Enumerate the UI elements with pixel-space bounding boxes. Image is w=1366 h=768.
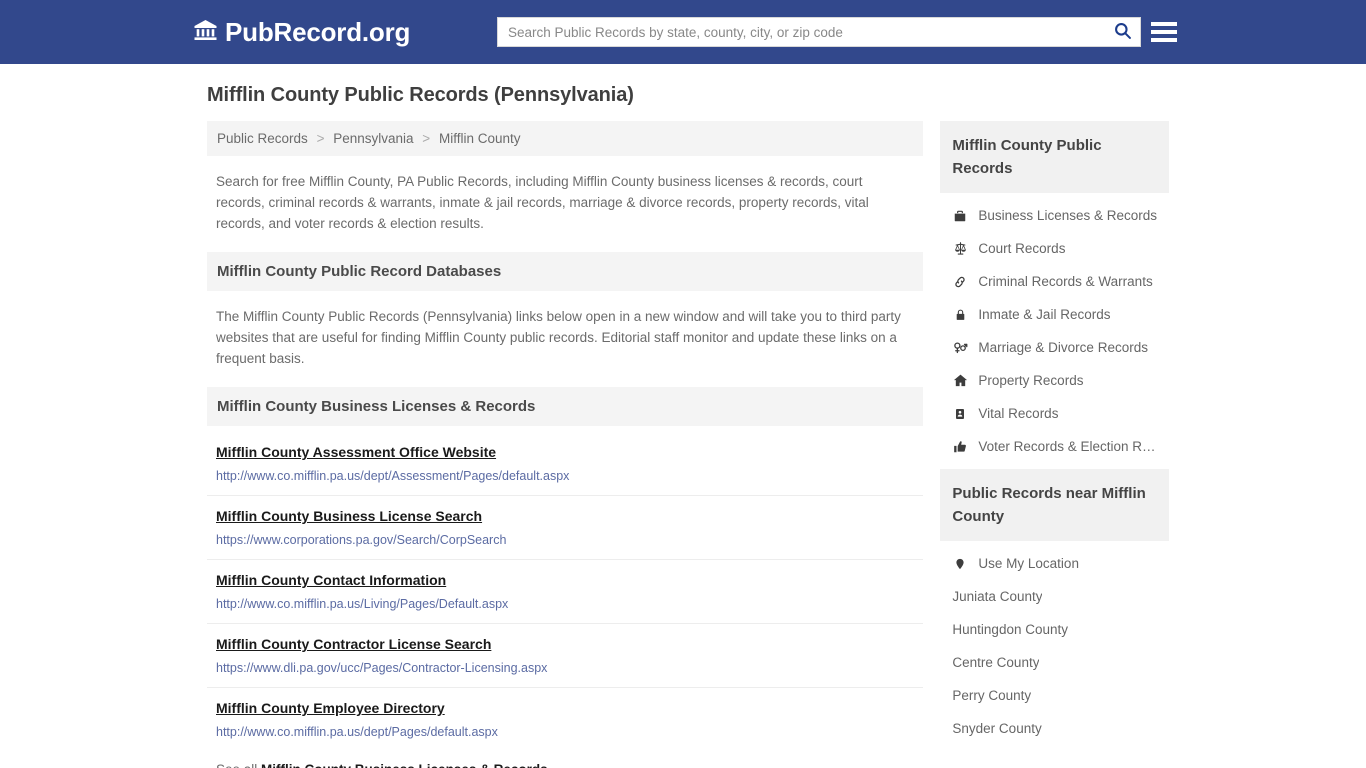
sidebar-item-label: Court Records bbox=[978, 241, 1066, 256]
sidebar-item-business-licenses[interactable]: Business Licenses & Records bbox=[940, 199, 1169, 232]
record-link-title[interactable]: Mifflin County Contact Information bbox=[216, 572, 446, 588]
sidebar-item-label: Huntingdon County bbox=[952, 622, 1068, 637]
sidebar-item-label: Juniata County bbox=[952, 589, 1043, 604]
hamburger-menu-icon bbox=[1151, 38, 1177, 42]
see-all-prefix: See all bbox=[216, 762, 257, 768]
list-item[interactable]: Mifflin County Business License Search h… bbox=[207, 496, 924, 560]
section-heading-business-licenses: Mifflin County Business Licenses & Recor… bbox=[207, 387, 924, 426]
intro-paragraph: Search for free Mifflin County, PA Publi… bbox=[216, 174, 869, 231]
page-title: Mifflin County Public Records (Pennsylva… bbox=[207, 84, 634, 106]
breadcrumb-separator: > bbox=[316, 131, 325, 146]
sidebar-item-label: Vital Records bbox=[978, 406, 1059, 421]
list-item[interactable]: Mifflin County Contractor License Search… bbox=[207, 624, 924, 688]
record-link-url: https://www.corporations.pa.gov/Search/C… bbox=[216, 533, 507, 547]
breadcrumb: Public Records > Pennsylvania > Mifflin … bbox=[207, 121, 924, 156]
thumbs-up-icon bbox=[952, 440, 968, 454]
page-body: Mifflin County Public Records (Pennsylva… bbox=[0, 64, 1366, 768]
sidebar-item-marriage-divorce-records[interactable]: Marriage & Divorce Records bbox=[940, 331, 1169, 364]
bank-icon bbox=[193, 18, 218, 47]
lock-icon bbox=[952, 308, 968, 322]
record-link-url: https://www.dli.pa.gov/ucc/Pages/Contrac… bbox=[216, 661, 548, 675]
sidebar-item-label: Property Records bbox=[978, 373, 1084, 388]
sidebar-item-label: Snyder County bbox=[952, 721, 1042, 736]
sidebar-heading-nearby: Public Records near Mifflin County bbox=[940, 469, 1169, 541]
record-link-title[interactable]: Mifflin County Employee Directory bbox=[216, 700, 445, 716]
list-item[interactable]: Mifflin County Assessment Office Website… bbox=[207, 430, 924, 496]
sidebar-item-perry-county[interactable]: Perry County bbox=[940, 679, 1169, 712]
see-all-row: See all Mifflin County Business Licenses… bbox=[207, 751, 923, 768]
sidebar-heading-records: Mifflin County Public Records bbox=[940, 121, 1169, 193]
home-icon bbox=[952, 373, 968, 388]
logo-text: PubRecord.org bbox=[225, 17, 411, 47]
breadcrumb-item-pennsylvania[interactable]: Pennsylvania bbox=[333, 131, 413, 146]
sidebar-item-label: Business Licenses & Records bbox=[978, 208, 1157, 223]
search-button[interactable] bbox=[1104, 18, 1140, 46]
map-pin-icon bbox=[952, 557, 968, 571]
site-header: PubRecord.org bbox=[0, 0, 1366, 64]
breadcrumb-item-public-records[interactable]: Public Records bbox=[217, 131, 308, 146]
sidebar-item-centre-county[interactable]: Centre County bbox=[940, 646, 1169, 679]
sidebar-item-huntingdon-county[interactable]: Huntingdon County bbox=[940, 613, 1169, 646]
sidebar-item-criminal-records[interactable]: Criminal Records & Warrants bbox=[940, 265, 1169, 298]
sidebar-item-voter-records[interactable]: Voter Records & Election R… bbox=[940, 430, 1169, 463]
list-item[interactable]: Mifflin County Contact Information http:… bbox=[207, 560, 924, 624]
sidebar-item-property-records[interactable]: Property Records bbox=[940, 364, 1169, 397]
sidebar-item-label: Criminal Records & Warrants bbox=[978, 274, 1153, 289]
hamburger-menu-icon bbox=[1151, 22, 1177, 26]
sidebar-item-label: Marriage & Divorce Records bbox=[978, 340, 1148, 355]
sidebar-item-label: Inmate & Jail Records bbox=[978, 307, 1111, 322]
sidebar-box-records: Mifflin County Public Records Business L… bbox=[940, 121, 1169, 463]
id-card-icon bbox=[952, 407, 968, 421]
sidebar-item-inmate-jail-records[interactable]: Inmate & Jail Records bbox=[940, 298, 1169, 331]
sidebar: Mifflin County Public Records Business L… bbox=[940, 121, 1169, 751]
record-link-list: Mifflin County Assessment Office Website… bbox=[207, 430, 924, 768]
scales-of-justice-icon bbox=[952, 241, 968, 256]
sidebar-item-use-my-location[interactable]: Use My Location bbox=[940, 547, 1169, 580]
sidebar-item-court-records[interactable]: Court Records bbox=[940, 232, 1169, 265]
list-item[interactable]: Mifflin County Employee Directory http:/… bbox=[207, 688, 923, 751]
sidebar-item-juniata-county[interactable]: Juniata County bbox=[940, 580, 1169, 613]
hamburger-menu-icon bbox=[1151, 30, 1177, 34]
handcuffs-icon bbox=[952, 275, 968, 289]
sidebar-item-snyder-county[interactable]: Snyder County bbox=[940, 712, 1169, 745]
search-bar bbox=[497, 17, 1141, 47]
sidebar-box-nearby: Public Records near Mifflin County Use M… bbox=[940, 469, 1169, 745]
sidebar-item-label: Use My Location bbox=[978, 556, 1079, 571]
breadcrumb-separator: > bbox=[422, 131, 431, 146]
main-content: Public Records > Pennsylvania > Mifflin … bbox=[207, 121, 924, 768]
record-link-url: http://www.co.mifflin.pa.us/Living/Pages… bbox=[216, 597, 509, 611]
sidebar-item-vital-records[interactable]: Vital Records bbox=[940, 397, 1169, 430]
sidebar-item-label: Perry County bbox=[952, 688, 1032, 703]
sidebar-item-label: Centre County bbox=[952, 655, 1040, 670]
breadcrumb-item-mifflin-county[interactable]: Mifflin County bbox=[439, 131, 521, 146]
see-all-link[interactable]: Mifflin County Business Licenses & Recor… bbox=[261, 762, 548, 768]
search-icon bbox=[1113, 21, 1132, 43]
sidebar-item-label: Voter Records & Election R… bbox=[978, 439, 1156, 454]
databases-paragraph: The Mifflin County Public Records (Penns… bbox=[216, 309, 901, 366]
record-link-url: http://www.co.mifflin.pa.us/dept/Assessm… bbox=[216, 469, 570, 483]
record-link-title[interactable]: Mifflin County Business License Search bbox=[216, 508, 482, 524]
briefcase-icon bbox=[952, 209, 968, 223]
hamburger-menu-button[interactable] bbox=[1151, 18, 1177, 46]
section-heading-databases: Mifflin County Public Record Databases bbox=[207, 252, 924, 291]
site-logo[interactable]: PubRecord.org bbox=[193, 18, 410, 47]
search-input[interactable] bbox=[498, 18, 1104, 46]
record-link-title[interactable]: Mifflin County Assessment Office Website bbox=[216, 444, 496, 460]
venus-mars-icon bbox=[952, 340, 968, 355]
record-link-url: http://www.co.mifflin.pa.us/dept/Pages/d… bbox=[216, 725, 498, 739]
record-link-title[interactable]: Mifflin County Contractor License Search bbox=[216, 636, 491, 652]
